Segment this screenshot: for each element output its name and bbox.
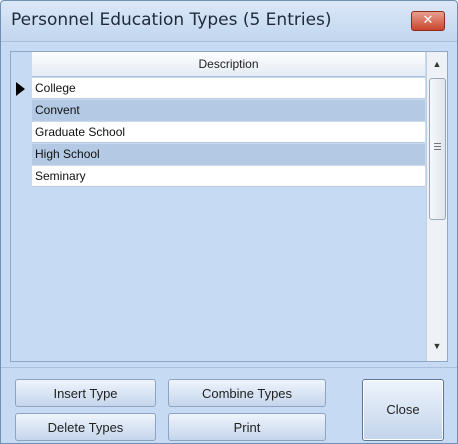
title-bar: Personnel Education Types (5 Entries) ✕	[1, 1, 457, 42]
divider	[1, 367, 457, 368]
scroll-down-icon[interactable]: ▼	[427, 336, 447, 356]
row-selector[interactable]	[11, 78, 31, 100]
scroll-up-icon[interactable]: ▲	[427, 54, 447, 74]
current-row-arrow-icon	[16, 82, 25, 96]
row-selector[interactable]	[11, 166, 31, 188]
combine-types-button[interactable]: Combine Types	[168, 379, 326, 407]
window-close-icon[interactable]: ✕	[411, 11, 445, 31]
row-selector[interactable]	[11, 100, 31, 122]
row-selector[interactable]	[11, 144, 31, 166]
vertical-scrollbar[interactable]: ▲ ▼	[426, 52, 447, 361]
education-types-window: Personnel Education Types (5 Entries) ✕ …	[0, 0, 458, 444]
row-header-column	[11, 52, 31, 206]
list-item[interactable]: High School	[32, 144, 425, 165]
window-title: Personnel Education Types (5 Entries)	[11, 10, 332, 30]
grip-line	[434, 143, 441, 144]
scroll-thumb[interactable]	[429, 78, 446, 220]
list-item[interactable]: College	[32, 78, 425, 99]
insert-type-button[interactable]: Insert Type	[15, 379, 156, 407]
list-item[interactable]: Convent	[32, 100, 425, 121]
grip-line	[434, 146, 441, 147]
grip-line	[434, 149, 441, 150]
list-item[interactable]: Seminary	[32, 166, 425, 187]
list-item[interactable]: Graduate School	[32, 122, 425, 143]
print-button[interactable]: Print	[168, 413, 326, 441]
column-header-description[interactable]: Description	[32, 52, 425, 77]
close-button[interactable]: Close	[362, 379, 444, 441]
education-types-grid: Description College Convent Graduate Sch…	[10, 51, 448, 362]
delete-types-button[interactable]: Delete Types	[15, 413, 156, 441]
row-selector[interactable]	[11, 122, 31, 144]
